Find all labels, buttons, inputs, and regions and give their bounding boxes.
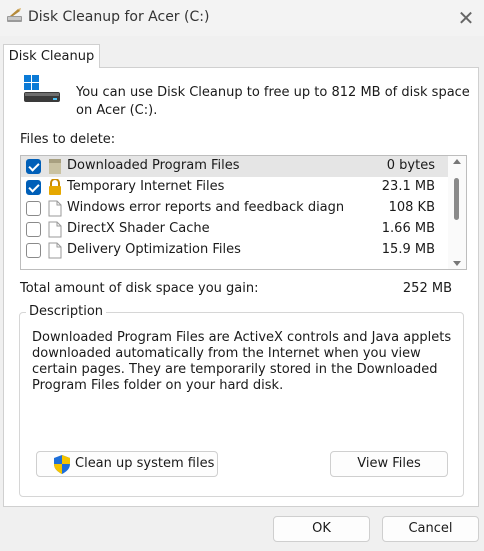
file-name: Delivery Optimization Files bbox=[67, 242, 241, 257]
uac-shield-icon bbox=[54, 455, 70, 474]
intro-text: You can use Disk Cleanup to free up to 8… bbox=[76, 85, 470, 118]
total-space-value: 252 MB bbox=[402, 281, 452, 296]
cancel-button[interactable]: Cancel bbox=[382, 516, 479, 542]
clean-up-system-files-button[interactable]: Clean up system files bbox=[36, 451, 218, 477]
document-icon bbox=[48, 221, 62, 238]
lock-icon bbox=[49, 179, 61, 195]
tab-disk-cleanup[interactable]: Disk Cleanup bbox=[3, 44, 100, 68]
total-space-label: Total amount of disk space you gain: bbox=[20, 281, 259, 296]
file-size: 108 KB bbox=[388, 200, 435, 215]
close-icon: ✕ bbox=[457, 6, 475, 30]
folder-icon bbox=[49, 159, 61, 174]
clean-up-system-files-label: Clean up system files bbox=[75, 456, 215, 471]
scroll-up-icon[interactable] bbox=[453, 159, 461, 164]
file-name: Windows error reports and feedback diagn… bbox=[67, 200, 345, 215]
document-icon bbox=[48, 242, 62, 259]
file-size: 15.9 MB bbox=[381, 242, 435, 257]
file-size: 23.1 MB bbox=[381, 179, 435, 194]
file-name: DirectX Shader Cache bbox=[67, 221, 210, 236]
file-checkbox[interactable] bbox=[26, 201, 41, 216]
file-name: Temporary Internet Files bbox=[67, 179, 225, 194]
close-button[interactable]: ✕ bbox=[454, 6, 478, 30]
scroll-thumb[interactable] bbox=[454, 178, 459, 220]
file-checkbox[interactable] bbox=[26, 159, 41, 174]
file-row[interactable]: Delivery Optimization Files 15.9 MB bbox=[21, 240, 449, 261]
file-row[interactable]: Downloaded Program Files 0 bytes bbox=[21, 156, 449, 177]
file-row[interactable]: Windows error reports and feedback diagn… bbox=[21, 198, 449, 219]
file-row[interactable]: DirectX Shader Cache 1.66 MB bbox=[21, 219, 449, 240]
scrollbar[interactable] bbox=[448, 156, 466, 269]
file-row[interactable]: Temporary Internet Files 23.1 MB bbox=[21, 177, 449, 198]
title-bar: Disk Cleanup for Acer (C:) ✕ bbox=[0, 0, 484, 36]
window-title: Disk Cleanup for Acer (C:) bbox=[28, 9, 210, 25]
description-legend: Description bbox=[26, 304, 107, 319]
file-size: 0 bytes bbox=[386, 158, 435, 173]
view-files-button[interactable]: View Files bbox=[330, 451, 448, 477]
file-checkbox[interactable] bbox=[26, 243, 41, 258]
file-name: Downloaded Program Files bbox=[67, 158, 240, 173]
file-size: 1.66 MB bbox=[381, 221, 435, 236]
files-to-delete-label: Files to delete: bbox=[20, 132, 116, 147]
files-list[interactable]: Downloaded Program Files 0 bytes Temporary… bbox=[20, 155, 467, 270]
description-text: Downloaded Program Files are ActiveX con… bbox=[32, 330, 452, 393]
drive-icon bbox=[24, 75, 60, 102]
disk-cleanup-icon bbox=[7, 8, 22, 22]
document-icon bbox=[48, 200, 62, 217]
tab-panel: You can use Disk Cleanup to free up to 8… bbox=[3, 67, 479, 507]
file-checkbox[interactable] bbox=[26, 222, 41, 237]
scroll-down-icon[interactable] bbox=[453, 261, 461, 266]
file-checkbox[interactable] bbox=[26, 180, 41, 195]
ok-button[interactable]: OK bbox=[273, 516, 370, 542]
